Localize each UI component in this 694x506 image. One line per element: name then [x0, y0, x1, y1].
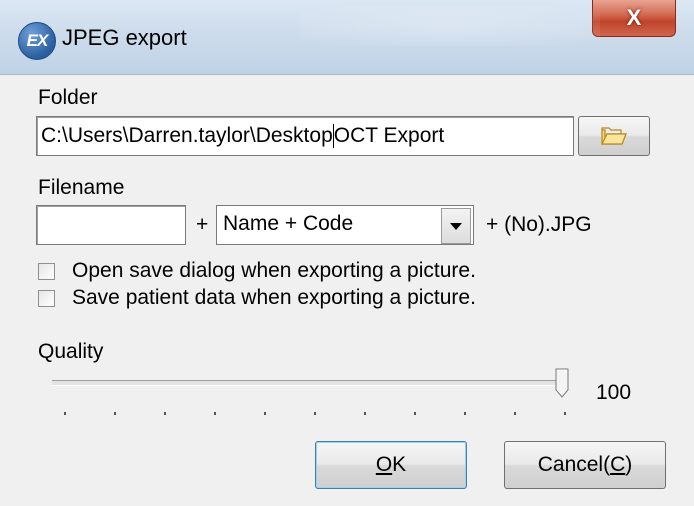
slider-tick — [414, 412, 416, 415]
quality-slider-track[interactable] — [52, 380, 562, 386]
folder-path-input[interactable]: C:\Users\Darren.taylor\Desktop OCT Export — [36, 116, 574, 156]
close-icon: X — [626, 5, 642, 30]
quality-slider-thumb[interactable] — [555, 368, 569, 398]
dropdown-arrow-button[interactable] — [441, 208, 471, 244]
filename-label: Filename — [38, 176, 125, 199]
folder-path-text: C:\Users\Darren.taylor\Desktop — [41, 124, 333, 147]
open-save-dialog-label[interactable]: Open save dialog when exporting a pictur… — [72, 259, 476, 283]
ok-label-rest: K — [392, 453, 407, 476]
plus-label: + — [196, 213, 209, 236]
slider-tick — [164, 412, 166, 415]
cancel-label: Cancel( — [537, 453, 611, 476]
slider-tick — [264, 412, 266, 415]
slider-tick — [464, 412, 466, 415]
folder-label: Folder — [38, 86, 98, 109]
ok-button[interactable]: OK — [315, 441, 467, 489]
filename-pattern-value: Name + Code — [223, 212, 354, 235]
folder-open-icon — [601, 127, 627, 145]
slider-tick — [314, 412, 316, 415]
quality-label: Quality — [38, 340, 104, 363]
cancel-mnemonic: C — [610, 453, 626, 476]
app-icon: EX — [18, 22, 56, 60]
cancel-label-tail: ) — [625, 453, 633, 476]
slider-tick — [114, 412, 116, 415]
jpeg-export-dialog: EX JPEG export X Folder C:\Users\Darren.… — [0, 0, 694, 506]
ok-mnemonic: O — [375, 453, 393, 476]
folder-path-text-rest: OCT Export — [333, 124, 445, 147]
slider-tick — [64, 412, 66, 415]
chevron-down-icon — [450, 222, 462, 230]
title-bar[interactable]: EX JPEG export X — [0, 0, 694, 75]
save-patient-data-checkbox[interactable] — [38, 290, 55, 307]
slider-tick — [364, 412, 366, 415]
quality-value: 100 — [596, 381, 632, 404]
save-patient-data-label[interactable]: Save patient data when exporting a pictu… — [72, 286, 476, 310]
filename-prefix-input[interactable] — [36, 205, 186, 245]
window-title: JPEG export — [62, 25, 187, 50]
slider-tick — [214, 412, 216, 415]
close-button[interactable]: X — [592, 0, 676, 37]
open-save-dialog-checkbox[interactable] — [38, 263, 55, 280]
browse-folder-button[interactable] — [578, 116, 650, 156]
slider-tick — [514, 412, 516, 415]
slider-tick — [564, 412, 566, 415]
filename-suffix-label: + (No).JPG — [486, 213, 592, 236]
filename-pattern-select[interactable]: Name + Code — [216, 205, 474, 245]
cancel-button[interactable]: Cancel(C) — [504, 441, 666, 489]
